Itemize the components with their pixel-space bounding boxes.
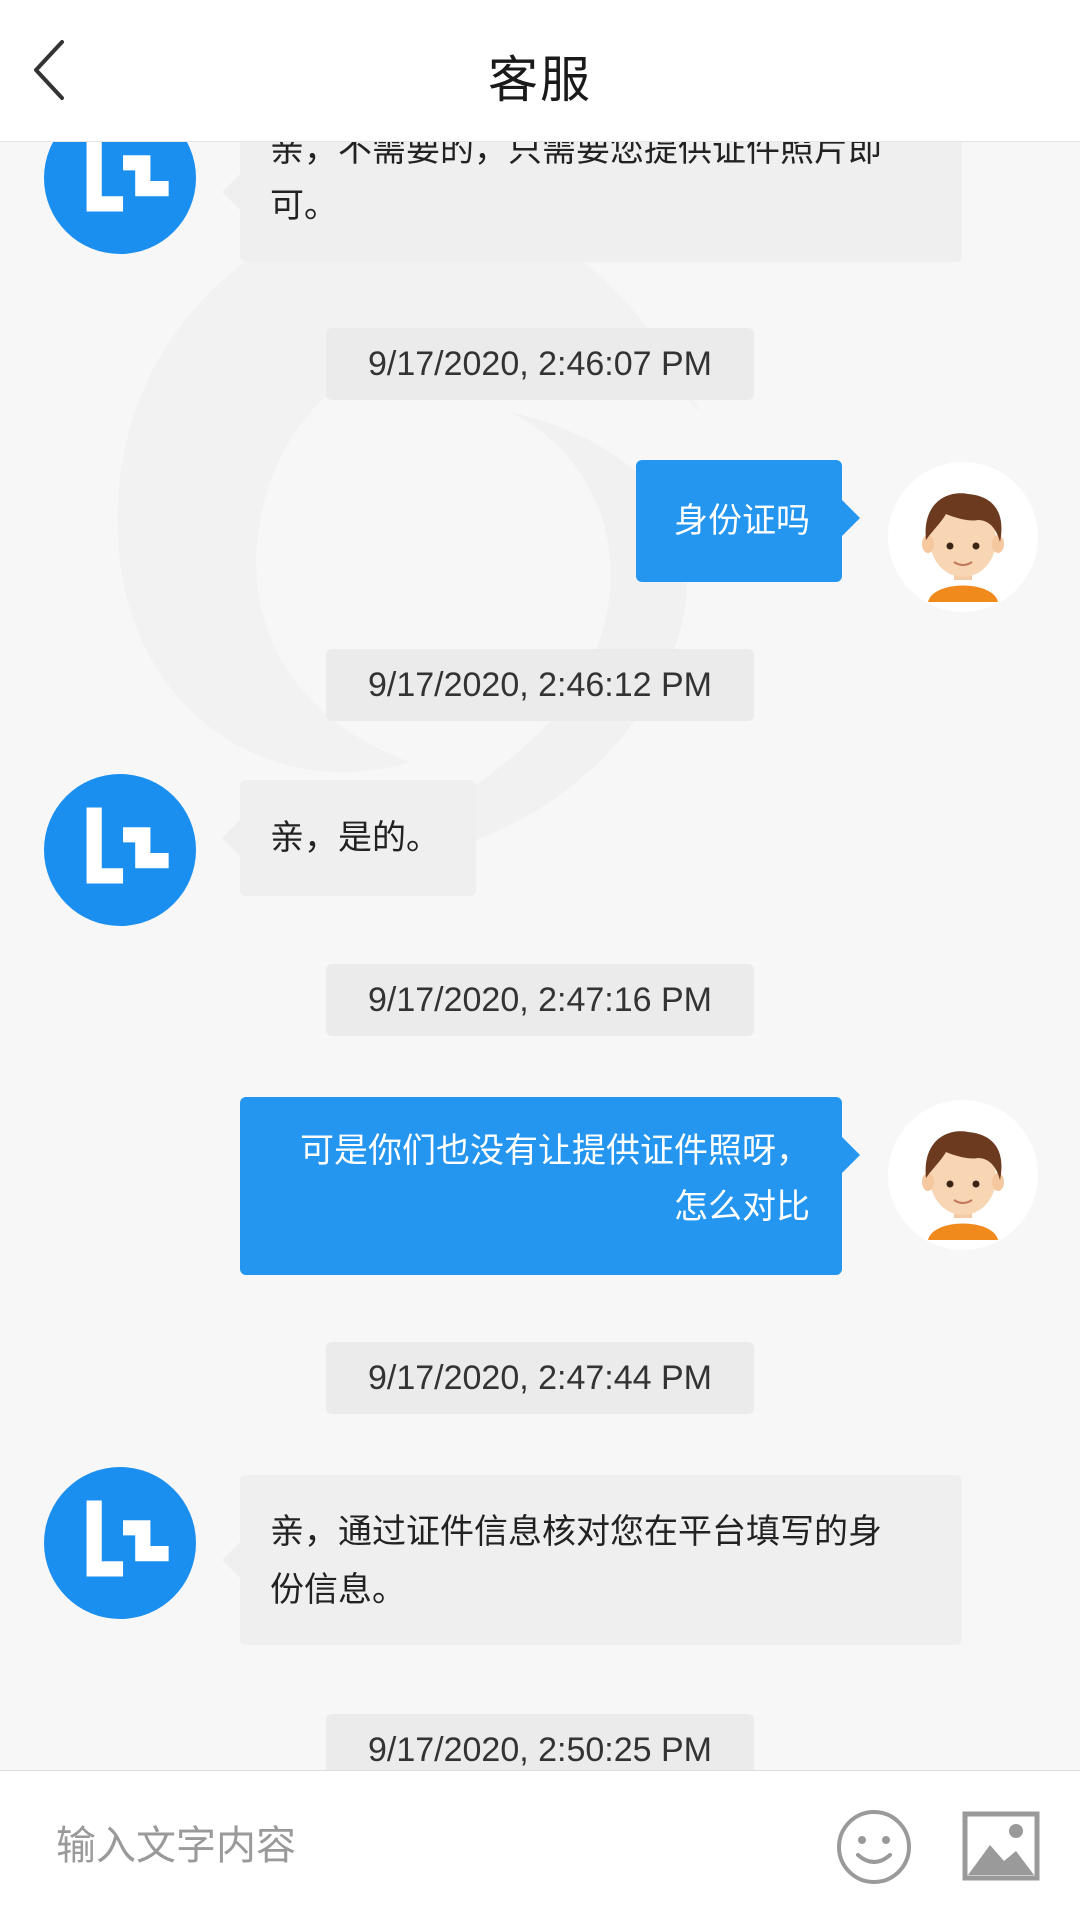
timestamp: 9/17/2020, 2:47:44 PM [326, 1342, 754, 1414]
user-message-bubble[interactable]: 可是你们也没有让提供证件照呀， 怎么对比 [240, 1097, 860, 1275]
timestamp: 9/17/2020, 2:46:12 PM [326, 649, 754, 721]
message-text-line: 可是你们也没有让提供证件照呀， [300, 1131, 810, 1171]
boy-avatar-icon [922, 493, 1004, 602]
timestamp: 9/17/2020, 2:46:07 PM [326, 328, 754, 400]
message-list[interactable]: 亲，不需要的，只需要您提供证件照片即 可。 9/17/2020, 2:46:07… [0, 142, 1080, 1770]
message-text-line: 怎么对比 [674, 1187, 810, 1227]
message-text: 亲，是的。 [270, 818, 440, 858]
user-avatar[interactable] [888, 1100, 1038, 1250]
service-logo-icon [44, 774, 196, 926]
message-text-line: 亲，不需要的，只需要您提供证件照片即 [270, 142, 882, 170]
agent-avatar[interactable] [44, 774, 196, 926]
image-icon [962, 1811, 1040, 1881]
boy-avatar-icon [922, 1131, 1004, 1240]
user-avatar[interactable] [888, 462, 1038, 612]
chat-screen: 客服 亲，不需要的，只需要您提供证件照片即 可。 9/17/2020, 2:46… [0, 0, 1080, 1920]
page-title: 客服 [488, 51, 592, 109]
agent-message-bubble[interactable]: 亲，通过证件信息核对您在平台填写的身 份信息。 [222, 1475, 962, 1645]
agent-message-bubble[interactable]: 亲，是的。 [222, 780, 476, 896]
message-input-bar [0, 1770, 1080, 1920]
timestamp: 9/17/2020, 2:47:16 PM [326, 964, 754, 1036]
timestamp: 9/17/2020, 2:50:25 PM [326, 1714, 754, 1770]
agent-avatar[interactable] [44, 1467, 196, 1619]
message-text: 身份证吗 [674, 501, 810, 541]
message-text-line: 亲，通过证件信息核对您在平台填写的身 [270, 1512, 882, 1552]
message-text-line: 可。 [270, 186, 338, 226]
message-text-line: 份信息。 [270, 1570, 406, 1610]
user-message-bubble[interactable]: 身份证吗 [636, 460, 860, 582]
service-logo-icon [44, 142, 196, 254]
image-button[interactable] [962, 1811, 1040, 1881]
app-header: 客服 [0, 0, 1080, 142]
agent-message-bubble[interactable]: 亲，不需要的，只需要您提供证件照片即 可。 [222, 142, 962, 262]
agent-avatar[interactable] [44, 142, 196, 254]
smiley-icon [837, 1810, 911, 1884]
message-input[interactable] [56, 1811, 756, 1881]
service-logo-icon [44, 1467, 196, 1619]
emoji-button[interactable] [834, 1807, 914, 1887]
